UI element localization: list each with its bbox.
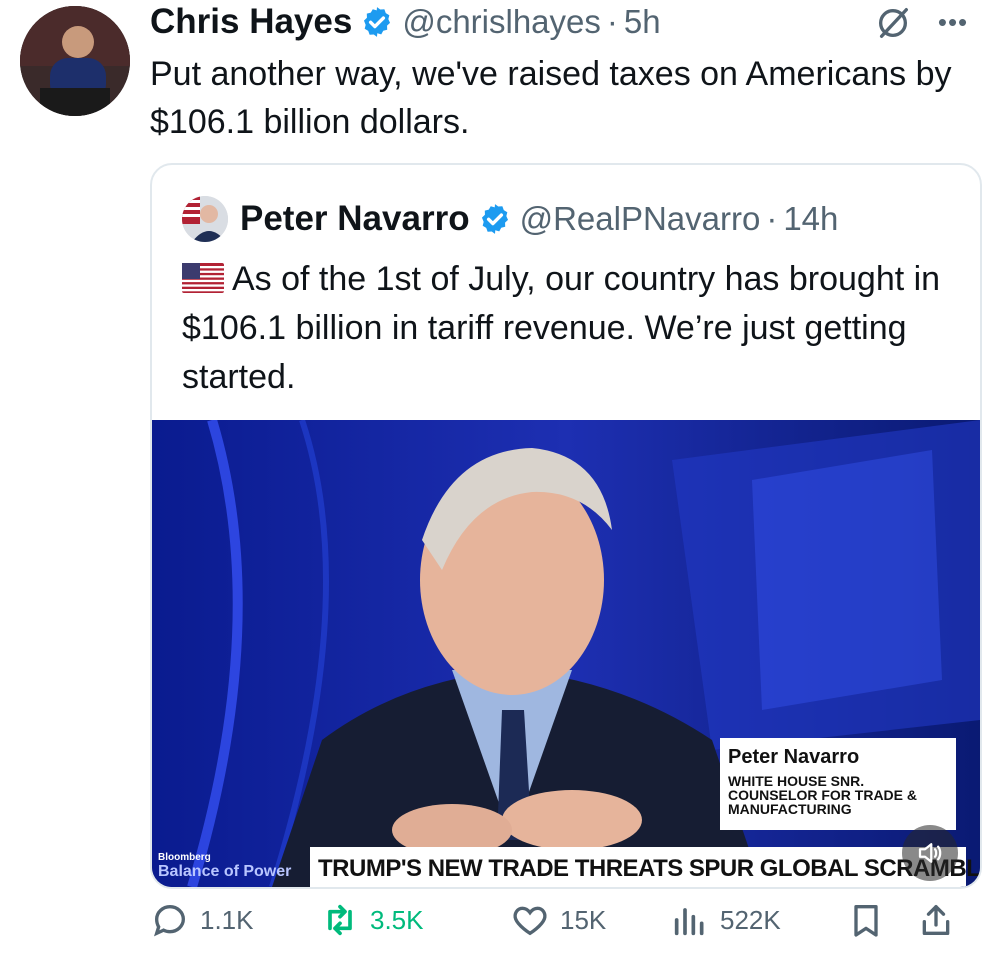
- quoted-verified-badge-icon: [478, 202, 512, 236]
- like-button[interactable]: 15K: [510, 900, 670, 940]
- tweet-actions: 1.1K 3.5K 15K 522K: [150, 890, 978, 950]
- quoted-tweet-time[interactable]: 14h: [783, 200, 838, 238]
- quoted-author-handle[interactable]: @RealPNavarro: [520, 200, 761, 238]
- author-avatar[interactable]: [20, 6, 130, 116]
- tweet-header: Chris Hayes @chrislhayes · 5h: [150, 0, 661, 44]
- grok-icon[interactable]: [874, 4, 912, 42]
- us-flag-icon: [182, 258, 224, 293]
- reply-count: 1.1K: [200, 904, 254, 935]
- video-player[interactable]: Peter Navarro WHITE HOUSE SNR. COUNSELOR…: [152, 420, 980, 887]
- lower-third: Peter Navarro WHITE HOUSE SNR. COUNSELOR…: [720, 738, 956, 830]
- author-name[interactable]: Chris Hayes: [150, 2, 352, 42]
- more-options-icon[interactable]: •••: [930, 2, 976, 42]
- ticker-text: TRUMP'S NEW TRADE THREATS SPUR GLOBAL SC…: [318, 855, 980, 882]
- mute-button[interactable]: [902, 825, 958, 881]
- news-ticker: TRUMP'S NEW TRADE THREATS SPUR GLOBAL SC…: [310, 847, 980, 887]
- bookmark-icon: [854, 905, 878, 937]
- author-handle[interactable]: @chrislhayes: [402, 3, 601, 41]
- speaker-icon: [918, 843, 942, 863]
- views-button[interactable]: 522K: [670, 900, 846, 940]
- tweet-text: Put another way, we've raised taxes on A…: [150, 55, 952, 141]
- retweet-button[interactable]: 3.5K: [320, 900, 510, 940]
- quoted-author-name[interactable]: Peter Navarro: [240, 199, 470, 239]
- quoted-tweet-text-wrap: As of the 1st of July, our country has b…: [182, 255, 962, 402]
- verified-badge-icon: [360, 5, 394, 39]
- quoted-tweet-header: Peter Navarro @RealPNavarro · 14h: [182, 195, 838, 243]
- share-icon: [922, 905, 950, 935]
- quoted-tweet[interactable]: Peter Navarro @RealPNavarro · 14h As of …: [150, 163, 982, 889]
- lower-third-name: Peter Navarro: [728, 746, 860, 768]
- reply-button[interactable]: 1.1K: [150, 900, 320, 940]
- like-count: 15K: [560, 904, 607, 935]
- lower-third-role: WHITE HOUSE SNR. COUNSELOR FOR TRADE & M…: [728, 773, 917, 817]
- views-count: 522K: [720, 904, 781, 935]
- retweet-icon: [328, 904, 352, 936]
- retweet-count: 3.5K: [370, 904, 424, 935]
- quoted-author-avatar: [182, 196, 228, 242]
- broadcast-brand: Bloomberg Balance of Power: [158, 852, 308, 881]
- separator-dot: ·: [766, 200, 778, 237]
- brand-top: Bloomberg: [158, 852, 211, 863]
- share-button[interactable]: [916, 900, 966, 940]
- separator-dot: ·: [606, 3, 618, 40]
- brand-bottom: Balance of Power: [158, 863, 292, 880]
- tweet-time[interactable]: 5h: [624, 3, 661, 41]
- heart-icon: [513, 906, 547, 936]
- quoted-tweet-text: As of the 1st of July, our country has b…: [182, 260, 941, 396]
- bookmark-button[interactable]: [846, 900, 916, 940]
- views-icon: [674, 908, 704, 936]
- reply-icon: [153, 904, 186, 937]
